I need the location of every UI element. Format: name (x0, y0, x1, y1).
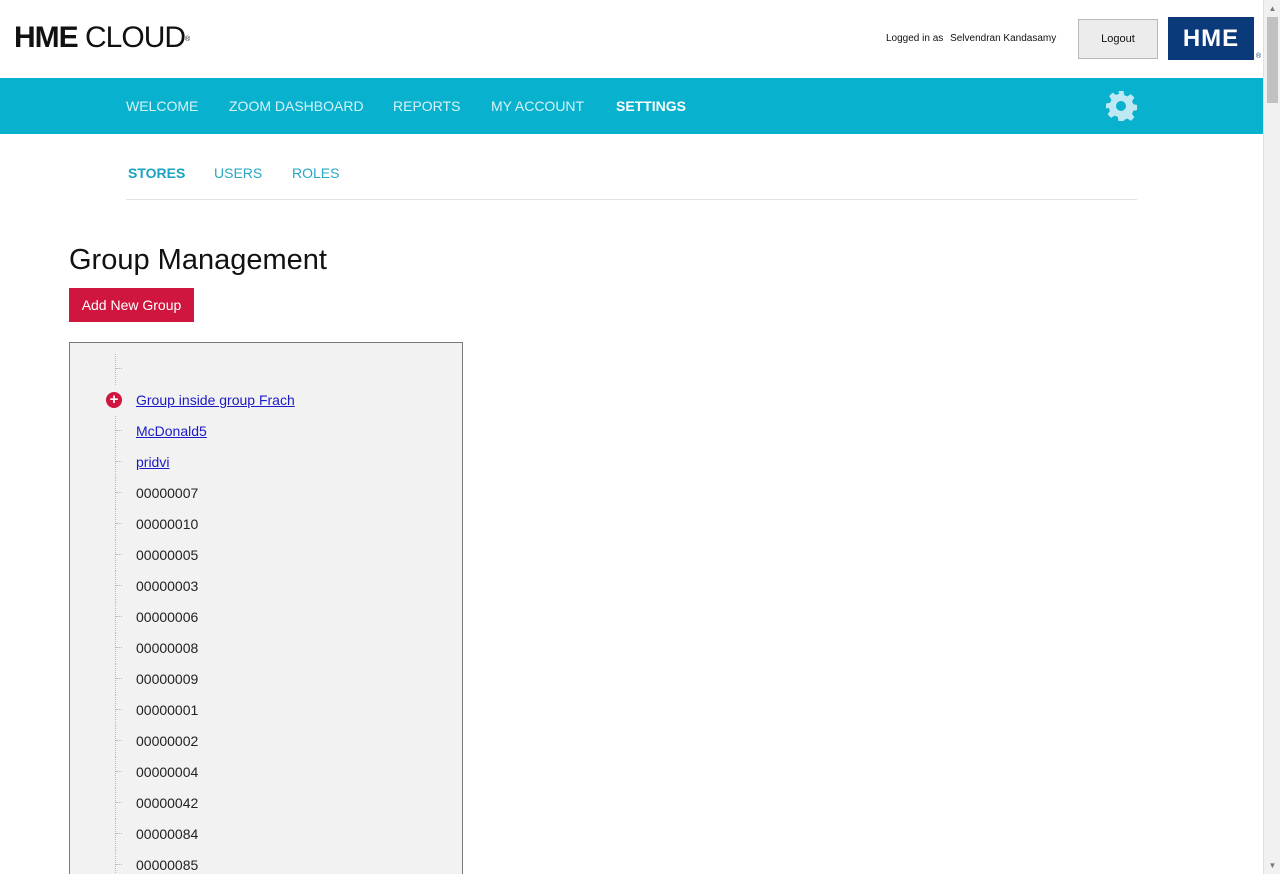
hme-cloud-logo[interactable]: HME CLOUD® (14, 22, 190, 54)
tree-item-store[interactable]: 00000085 (136, 857, 198, 873)
tree-item-store[interactable]: 00000008 (136, 640, 198, 656)
plus-circle-icon[interactable]: + (106, 392, 122, 408)
login-info: Logged in as Selvendran Kandasamy (886, 33, 1056, 44)
tree-row: 00000003 (70, 571, 462, 602)
tree-item-store[interactable]: 00000042 (136, 795, 198, 811)
nav-item-zoom-dashboard[interactable]: ZOOM DASHBOARD (229, 98, 364, 114)
scroll-thumb[interactable] (1267, 17, 1278, 103)
tree-item-store[interactable]: 00000009 (136, 671, 198, 687)
tree-item-store[interactable]: 00000005 (136, 547, 198, 563)
main-nav: WELCOME ZOOM DASHBOARD REPORTS MY ACCOUN… (0, 78, 1263, 134)
tab-stores[interactable]: STORES (128, 165, 185, 181)
hme-brand-badge: HME (1168, 17, 1254, 60)
tree-row: 00000009 (70, 664, 462, 695)
tree-row: 00000007 (70, 478, 462, 509)
tree-guide-line (115, 633, 123, 664)
logged-in-label: Logged in as (886, 33, 944, 44)
user-name: Selvendran Kandasamy (950, 33, 1057, 44)
tree-row: 00000084 (70, 819, 462, 850)
tree-guide-line (115, 354, 123, 385)
tree-item-store[interactable]: 00000084 (136, 826, 198, 842)
tab-roles[interactable]: ROLES (292, 165, 339, 181)
tree-item-store[interactable]: 00000010 (136, 516, 198, 532)
tree-guide-line (115, 819, 123, 850)
tree-guide-line (115, 695, 123, 726)
brand-registered-mark: ® (1256, 53, 1262, 60)
tree-guide-line (115, 540, 123, 571)
tree-row: 00000085 (70, 850, 462, 874)
settings-subnav: STORES USERS ROLES (126, 134, 1137, 200)
logo-light-text: CLOUD (85, 21, 186, 54)
nav-item-reports[interactable]: REPORTS (393, 98, 460, 114)
tree-guide-line (115, 447, 123, 478)
tree-guide-line (115, 478, 123, 509)
logo-registered-mark: ® (185, 36, 191, 43)
scroll-down-arrow-icon[interactable]: ▼ (1264, 857, 1280, 874)
nav-item-settings[interactable]: SETTINGS (616, 98, 686, 114)
tree-item-store[interactable]: 00000001 (136, 702, 198, 718)
tree-row: 00000042 (70, 788, 462, 819)
tree-item-store[interactable]: 00000004 (136, 764, 198, 780)
tree-guide-line (115, 509, 123, 540)
tree-row: 00000001 (70, 695, 462, 726)
tree-row-blank (70, 354, 462, 385)
tree-guide-line (115, 788, 123, 819)
tree-item-store[interactable]: 00000003 (136, 578, 198, 594)
tree-row: 00000010 (70, 509, 462, 540)
tree-item-link[interactable]: McDonald5 (136, 423, 207, 439)
gear-icon[interactable] (1105, 90, 1137, 122)
logo-bold-text: HME (14, 21, 79, 54)
tree-guide-line (115, 726, 123, 757)
tree-guide-line (115, 602, 123, 633)
tree-guide-line (115, 416, 123, 447)
tree-item-store[interactable]: 00000007 (136, 485, 198, 501)
tree-guide-line (115, 757, 123, 788)
add-new-group-button[interactable]: Add New Group (69, 288, 194, 322)
tree-group-link[interactable]: Group inside group Frach (136, 392, 295, 408)
tree-item-link[interactable]: pridvi (136, 454, 169, 470)
tree-item-store[interactable]: 00000006 (136, 609, 198, 625)
nav-item-my-account[interactable]: MY ACCOUNT (491, 98, 584, 114)
tree-row: pridvi (70, 447, 462, 478)
tree-row: 00000004 (70, 757, 462, 788)
tree-row: 00000005 (70, 540, 462, 571)
tree-row: 00000002 (70, 726, 462, 757)
logout-button[interactable]: Logout (1078, 19, 1158, 59)
tree-row: 00000008 (70, 633, 462, 664)
tab-users[interactable]: USERS (214, 165, 262, 181)
tree-guide-line (115, 571, 123, 602)
nav-item-welcome[interactable]: WELCOME (126, 98, 198, 114)
page: HME CLOUD® Logged in as Selvendran Kanda… (0, 0, 1280, 874)
tree-row-group: + Group inside group Frach (70, 385, 462, 416)
scroll-up-arrow-icon[interactable]: ▲ (1264, 0, 1280, 17)
tree-item-store[interactable]: 00000002 (136, 733, 198, 749)
tree-guide-line (115, 664, 123, 695)
header: HME CLOUD® Logged in as Selvendran Kanda… (0, 0, 1263, 78)
tree-row: McDonald5 (70, 416, 462, 447)
tree-row: 00000006 (70, 602, 462, 633)
page-scrollbar[interactable]: ▲ ▼ (1263, 0, 1280, 874)
group-tree: + Group inside group Frach McDonald5 pri… (69, 342, 463, 874)
tree-guide-line (115, 850, 123, 874)
page-title: Group Management (69, 244, 327, 276)
